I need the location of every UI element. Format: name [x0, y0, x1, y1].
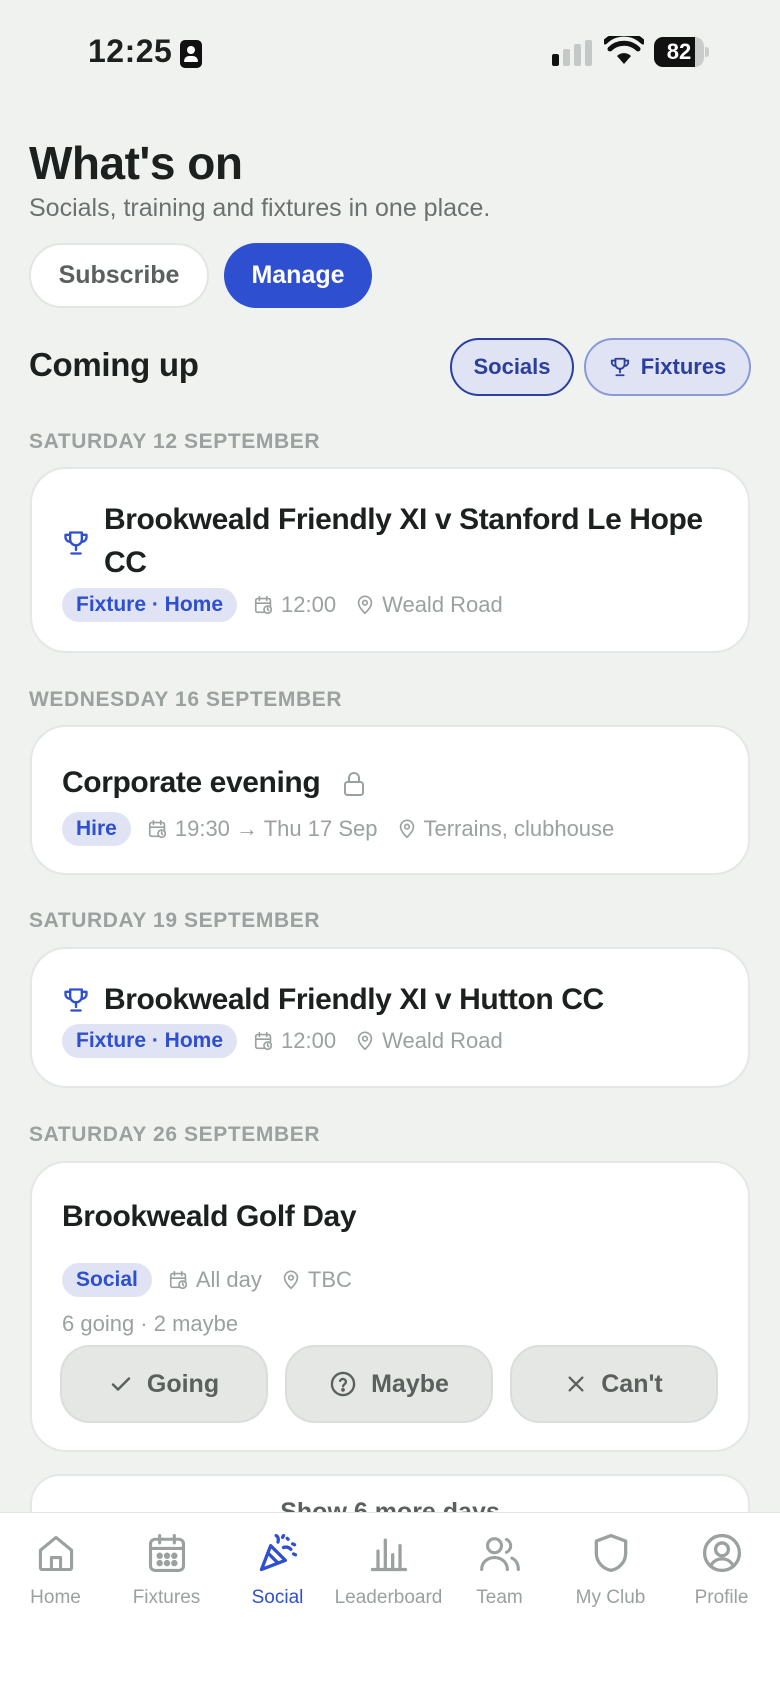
check-icon	[111, 1377, 131, 1391]
tab-label: My Club	[575, 1587, 646, 1608]
event-location: TBC	[307, 1267, 352, 1292]
map-pin-icon	[283, 1270, 299, 1290]
battery-level: 82	[666, 39, 692, 64]
section-title: Coming up	[29, 346, 199, 383]
calendar-clock-icon	[254, 595, 273, 615]
rsvp-cant-label: Can't	[601, 1369, 663, 1398]
date-header: SATURDAY 26 SEPTEMBER	[29, 1123, 321, 1146]
calendar-clock-icon	[169, 1270, 188, 1290]
tab-fixtures[interactable]: Fixtures	[111, 1531, 222, 1621]
event-location: Weald Road	[382, 1028, 503, 1053]
tab-profile[interactable]: Profile	[666, 1531, 777, 1621]
event-meta: Social All day TBC	[62, 1262, 370, 1298]
bar-chart-icon	[370, 1538, 407, 1572]
trophy-icon	[610, 357, 629, 377]
event-meta: Fixture · Home 12:00 Weald Road	[62, 587, 521, 623]
page-title: What's on	[29, 137, 243, 189]
home-icon	[38, 1535, 73, 1572]
close-icon	[568, 1376, 584, 1392]
tab-my-club[interactable]: My Club	[555, 1531, 666, 1621]
rsvp-summary: 6 going · 2 maybe	[62, 1311, 239, 1336]
map-pin-icon	[357, 1031, 373, 1051]
filter-fixtures-label: Fixtures	[640, 354, 727, 379]
manage-button[interactable]: Manage	[224, 243, 372, 308]
filter-socials-chip[interactable]: Socials	[450, 338, 574, 396]
status-time: 12:25	[88, 33, 173, 69]
cellular-signal-icon	[552, 40, 594, 66]
event-location: Terrains, clubhouse	[423, 816, 615, 841]
rsvp-going-label: Going	[146, 1369, 220, 1398]
tab-home[interactable]: Home	[0, 1531, 111, 1621]
tab-leaderboard[interactable]: Leaderboard	[333, 1531, 444, 1621]
users-icon	[479, 1537, 520, 1572]
event-time: All day	[195, 1267, 262, 1292]
date-header: SATURDAY 19 SEPTEMBER	[29, 909, 321, 932]
event-title-continued: CC	[104, 546, 147, 579]
tab-label: Home	[30, 1587, 81, 1608]
date-header: WEDNESDAY 16 SEPTEMBER	[29, 688, 343, 711]
event-card[interactable]: Brookweald Friendly XI v Hutton CC Fixtu…	[30, 947, 750, 1088]
event-time: 12:00	[281, 1028, 337, 1053]
map-pin-icon	[399, 819, 414, 839]
calendar-clock-icon	[254, 1031, 273, 1051]
calendar-clock-icon	[148, 819, 167, 839]
event-type-badge: Social	[62, 1263, 152, 1297]
contact-card-icon	[180, 40, 202, 68]
status-bar: 12:25 82	[0, 0, 780, 104]
party-popper-icon	[259, 1533, 297, 1572]
tab-team[interactable]: Team	[444, 1531, 555, 1621]
trophy-icon	[64, 988, 88, 1012]
event-meta: Hire 19:30 → Thu 17 Sep Terrains, clubho…	[62, 811, 632, 847]
lock-icon	[344, 772, 365, 797]
tab-label: Fixtures	[132, 1587, 201, 1608]
page-subtitle: Socials, training and fixtures in one pl…	[29, 194, 491, 222]
wifi-icon	[604, 36, 644, 64]
bottom-tab-bar: Home Fixtures Social Leaderboard Team My…	[0, 1512, 780, 1691]
tab-social[interactable]: Social	[222, 1531, 333, 1621]
event-card[interactable]: Brookweald Golf Day Social All day TBC 6…	[30, 1161, 750, 1452]
filter-socials-label: Socials	[473, 354, 551, 379]
tab-label: Social	[251, 1587, 304, 1608]
event-title: Brookweald Friendly XI v Stanford Le Hop…	[104, 503, 703, 536]
event-card[interactable]: Brookweald Friendly XI v Stanford Le Hop…	[30, 467, 750, 653]
rsvp-cant-button[interactable]: Can't	[510, 1345, 718, 1423]
tab-label: Team	[476, 1587, 523, 1608]
rsvp-going-button[interactable]: Going	[60, 1345, 268, 1423]
event-title: Brookweald Friendly XI v Hutton CC	[104, 983, 604, 1016]
filter-fixtures-chip[interactable]: Fixtures	[584, 338, 751, 396]
event-type-badge: Fixture · Home	[62, 1024, 238, 1058]
event-title: Brookweald Golf Day	[62, 1200, 357, 1233]
event-meta: Fixture · Home 12:00 Weald Road	[62, 1023, 521, 1059]
shield-icon	[594, 1533, 627, 1573]
event-title: Corporate evening	[62, 766, 321, 799]
event-location: Weald Road	[382, 592, 503, 617]
event-type-badge: Fixture · Home	[62, 588, 238, 622]
rsvp-maybe-button[interactable]: Maybe	[285, 1345, 493, 1423]
tab-label: Leaderboard	[334, 1587, 443, 1608]
event-type-badge: Hire	[62, 812, 131, 846]
question-circle-icon	[330, 1371, 356, 1397]
tab-label: Profile	[694, 1587, 749, 1608]
subscribe-button[interactable]: Subscribe	[29, 243, 209, 308]
trophy-icon	[64, 531, 88, 555]
battery-icon: 82	[654, 37, 710, 67]
rsvp-maybe-label: Maybe	[371, 1369, 449, 1398]
user-circle-icon	[702, 1533, 741, 1573]
date-header: SATURDAY 12 SEPTEMBER	[29, 430, 321, 453]
event-time: 12:00	[281, 592, 337, 617]
calendar-icon	[148, 1534, 185, 1572]
map-pin-icon	[357, 595, 373, 615]
event-time: 19:30 → Thu 17 Sep	[174, 816, 378, 841]
event-card[interactable]: Corporate evening Hire 19:30 → Thu 17 Se…	[30, 725, 750, 875]
